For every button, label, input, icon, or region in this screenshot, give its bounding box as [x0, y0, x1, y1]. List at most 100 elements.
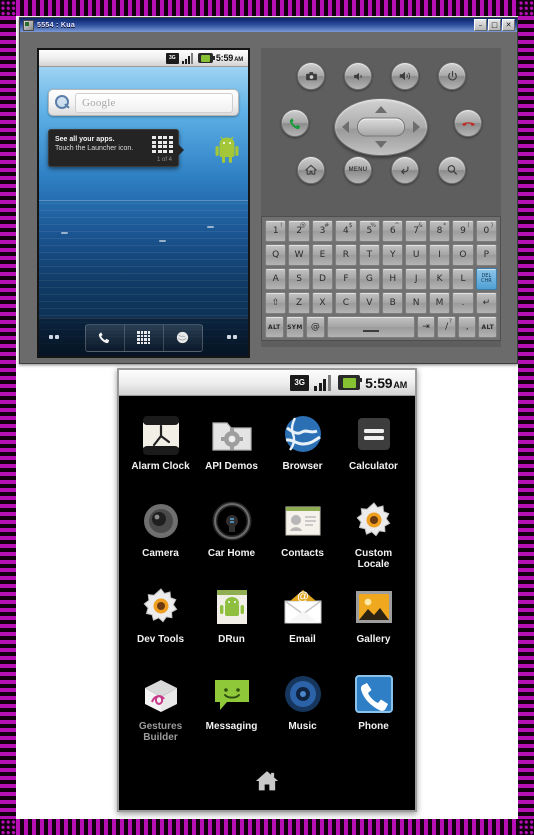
emulator-keyboard[interactable]: 1! 2 @3 #4 $5% 6 ^ 7 & 8 * 9(0) Q W E R T Y U I O P A S D F G H J K L D…	[261, 216, 501, 341]
key-sym[interactable]: SYM	[285, 316, 305, 338]
app-icon-messaging[interactable]: Messaging	[196, 666, 267, 753]
key-alt[interactable]: ALT	[265, 316, 284, 338]
key-[interactable]: ↵	[475, 292, 498, 314]
key-6[interactable]: 6 ^	[382, 220, 404, 242]
key-[interactable]: ,	[457, 316, 477, 338]
app-icon-music[interactable]: Music	[267, 666, 338, 753]
maximize-button[interactable]: □	[488, 19, 501, 31]
call-button[interactable]	[281, 109, 309, 137]
frame-bottom-stripe	[0, 819, 534, 835]
dpad-right-icon[interactable]	[413, 121, 420, 133]
network-3g-icon: 3G	[290, 374, 310, 391]
close-button[interactable]: ✕	[502, 19, 515, 31]
key-f[interactable]: F	[335, 268, 357, 290]
app-icon-dev-tools[interactable]: Dev Tools	[125, 579, 196, 666]
back-button[interactable]	[391, 156, 419, 184]
key-e[interactable]: E	[311, 244, 334, 266]
key-4[interactable]: 4 $	[335, 220, 357, 242]
app-icon-drun[interactable]: DRun	[196, 579, 267, 666]
app-icon-browser[interactable]: Browser	[267, 406, 338, 493]
camera-button[interactable]	[297, 62, 325, 90]
key-[interactable]: ⇧	[265, 292, 287, 314]
dpad-center-button[interactable]	[357, 117, 405, 137]
key-h[interactable]: H	[382, 268, 404, 290]
key-[interactable]: /?	[437, 316, 456, 338]
key-c[interactable]: C	[335, 292, 357, 314]
app-icon-email[interactable]: @ Email	[267, 579, 338, 666]
power-button[interactable]	[438, 62, 466, 90]
key-z[interactable]: Z	[288, 292, 310, 314]
frame-corner-bottom-right	[518, 819, 534, 835]
app-icon-gallery[interactable]: Gallery	[338, 579, 409, 666]
key-t[interactable]: T	[358, 244, 381, 266]
key-8[interactable]: 8 *	[428, 220, 451, 242]
key-x[interactable]: X	[311, 292, 334, 314]
search-button[interactable]	[438, 156, 466, 184]
volume-down-button[interactable]	[344, 62, 372, 90]
window-title-bar[interactable]: 5554 : Kua – □ ✕	[20, 18, 517, 32]
key-s[interactable]: S	[288, 268, 310, 290]
key-[interactable]: ⇥	[416, 316, 436, 338]
app-icon-alarm-clock[interactable]: Alarm Clock	[125, 406, 196, 493]
key-space[interactable]	[326, 316, 415, 338]
key-m[interactable]: M	[428, 292, 451, 314]
key-k[interactable]: K	[428, 268, 451, 290]
key-1[interactable]: 1!	[265, 220, 287, 242]
app-label: Browser	[282, 461, 323, 472]
dock-browser-button[interactable]	[164, 325, 202, 351]
app-icon-custom-locale[interactable]: Custom Locale	[338, 493, 409, 580]
menu-button[interactable]: MENU	[344, 156, 372, 184]
search-input[interactable]: Google	[75, 92, 233, 113]
hardware-button-grid: MENU	[261, 62, 501, 184]
key-y[interactable]: Y	[382, 244, 404, 266]
key-[interactable]: .	[452, 292, 474, 314]
app-icon-api-demos[interactable]: API Demos	[196, 406, 267, 493]
key-u[interactable]: U	[405, 244, 427, 266]
key-v[interactable]: V	[358, 292, 381, 314]
home-button[interactable]	[297, 156, 325, 184]
app-icon-car-home[interactable]: Car Home	[196, 493, 267, 580]
key-w[interactable]: W	[288, 244, 310, 266]
app-icon-camera[interactable]: Camera	[125, 493, 196, 580]
phone-screen[interactable]: 3G 5:59AM Google See all your apps. Touc…	[37, 48, 250, 358]
minimize-button[interactable]: –	[474, 19, 487, 31]
volume-up-button[interactable]	[391, 62, 419, 90]
app-icon-calculator[interactable]: Calculator	[338, 406, 409, 493]
key-9[interactable]: 9(	[452, 220, 474, 242]
dpad-left-icon[interactable]	[342, 121, 349, 133]
drawer-home-handle[interactable]	[119, 752, 415, 810]
key-alt[interactable]: ALT	[478, 316, 498, 338]
key-p[interactable]: P	[475, 244, 498, 266]
key-b[interactable]: B	[382, 292, 404, 314]
launcher-hint-bubble: See all your apps. Touch the Launcher ic…	[48, 129, 184, 167]
key-7[interactable]: 7 &	[405, 220, 427, 242]
key-d[interactable]: D	[311, 268, 334, 290]
dock-launcher-button[interactable]	[125, 324, 164, 351]
key-r[interactable]: R	[335, 244, 357, 266]
key-2[interactable]: 2 @	[288, 220, 310, 242]
dock-phone-button[interactable]	[86, 324, 125, 351]
key-a[interactable]: A	[265, 268, 287, 290]
dpad-down-icon[interactable]	[375, 141, 387, 148]
key-i[interactable]: I	[428, 244, 451, 266]
key-5[interactable]: 5%	[358, 220, 381, 242]
key-n[interactable]: N	[405, 292, 427, 314]
key-l[interactable]: L	[452, 268, 474, 290]
dpad-up-icon[interactable]	[375, 106, 387, 113]
key-3[interactable]: 3 #	[311, 220, 334, 242]
clock-time: 5:59	[215, 53, 234, 63]
search-placeholder: Google	[82, 96, 116, 109]
google-search-widget[interactable]: Google	[48, 89, 239, 116]
app-icon-gestures-builder[interactable]: Gestures Builder	[125, 666, 196, 753]
app-icon-contacts[interactable]: Contacts	[267, 493, 338, 580]
key-del[interactable]: DEL CHR	[475, 268, 498, 290]
end-call-button[interactable]	[454, 109, 482, 137]
key-q[interactable]: Q	[265, 244, 287, 266]
key-o[interactable]: O	[452, 244, 474, 266]
dpad[interactable]	[334, 98, 428, 156]
key-j[interactable]: J	[405, 268, 427, 290]
key-g[interactable]: G	[358, 268, 381, 290]
app-icon-phone[interactable]: Phone	[338, 666, 409, 753]
key-[interactable]: @	[306, 316, 325, 338]
key-0[interactable]: 0)	[475, 220, 498, 242]
